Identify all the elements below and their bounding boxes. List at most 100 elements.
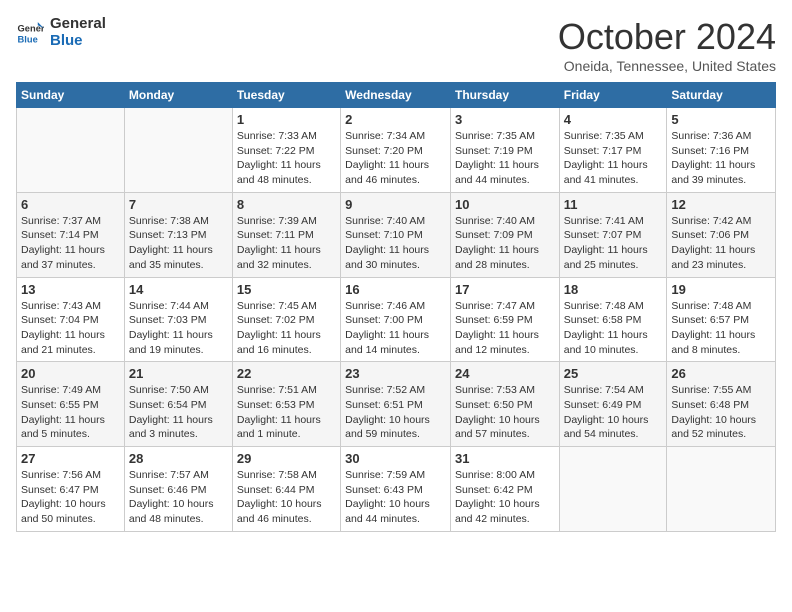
- day-detail: Sunrise: 7:47 AM Sunset: 6:59 PM Dayligh…: [455, 299, 555, 358]
- day-detail: Sunrise: 7:53 AM Sunset: 6:50 PM Dayligh…: [455, 383, 555, 442]
- column-header-saturday: Saturday: [667, 83, 776, 108]
- day-detail: Sunrise: 7:49 AM Sunset: 6:55 PM Dayligh…: [21, 383, 120, 442]
- calendar-cell: 13 Sunrise: 7:43 AM Sunset: 7:04 PM Dayli…: [17, 277, 125, 362]
- calendar-cell: 3 Sunrise: 7:35 AM Sunset: 7:19 PM Daylig…: [450, 108, 559, 193]
- day-number: 28: [129, 451, 228, 466]
- column-header-wednesday: Wednesday: [341, 83, 451, 108]
- day-number: 18: [564, 282, 663, 297]
- day-detail: Sunrise: 7:36 AM Sunset: 7:16 PM Dayligh…: [671, 129, 771, 188]
- day-detail: Sunrise: 7:43 AM Sunset: 7:04 PM Dayligh…: [21, 299, 120, 358]
- day-detail: Sunrise: 7:57 AM Sunset: 6:46 PM Dayligh…: [129, 468, 228, 527]
- day-detail: Sunrise: 7:56 AM Sunset: 6:47 PM Dayligh…: [21, 468, 120, 527]
- calendar-cell: [17, 108, 125, 193]
- column-header-thursday: Thursday: [450, 83, 559, 108]
- day-detail: Sunrise: 7:52 AM Sunset: 6:51 PM Dayligh…: [345, 383, 446, 442]
- day-number: 21: [129, 366, 228, 381]
- day-number: 2: [345, 112, 446, 127]
- calendar-cell: 30 Sunrise: 7:59 AM Sunset: 6:43 PM Dayli…: [341, 447, 451, 532]
- day-number: 16: [345, 282, 446, 297]
- week-row-1: 1Sunrise: 7:33 AM Sunset: 7:22 PM Daylig…: [17, 108, 776, 193]
- calendar-cell: 17 Sunrise: 7:47 AM Sunset: 6:59 PM Dayli…: [450, 277, 559, 362]
- day-number: 9: [345, 197, 446, 212]
- day-number: 4: [564, 112, 663, 127]
- day-number: 27: [21, 451, 120, 466]
- day-number: 14: [129, 282, 228, 297]
- location: Oneida, Tennessee, United States: [558, 58, 776, 74]
- day-number: 24: [455, 366, 555, 381]
- day-detail: Sunrise: 7:37 AM Sunset: 7:14 PM Dayligh…: [21, 214, 120, 273]
- day-detail: Sunrise: 7:35 AM Sunset: 7:17 PM Dayligh…: [564, 129, 663, 188]
- day-number: 19: [671, 282, 771, 297]
- day-number: 10: [455, 197, 555, 212]
- calendar-cell: [667, 447, 776, 532]
- week-row-4: 20Sunrise: 7:49 AM Sunset: 6:55 PM Dayli…: [17, 362, 776, 447]
- calendar-cell: 8 Sunrise: 7:39 AM Sunset: 7:11 PM Daylig…: [232, 192, 340, 277]
- day-number: 29: [237, 451, 336, 466]
- day-detail: Sunrise: 7:59 AM Sunset: 6:43 PM Dayligh…: [345, 468, 446, 527]
- calendar-cell: 20Sunrise: 7:49 AM Sunset: 6:55 PM Dayli…: [17, 362, 125, 447]
- day-number: 1: [237, 112, 336, 127]
- week-row-3: 13 Sunrise: 7:43 AM Sunset: 7:04 PM Dayli…: [17, 277, 776, 362]
- calendar-cell: 7 Sunrise: 7:38 AM Sunset: 7:13 PM Daylig…: [124, 192, 232, 277]
- logo-text-general: General: [50, 16, 106, 33]
- day-detail: Sunrise: 7:50 AM Sunset: 6:54 PM Dayligh…: [129, 383, 228, 442]
- calendar-cell: 23Sunrise: 7:52 AM Sunset: 6:51 PM Dayli…: [341, 362, 451, 447]
- day-detail: Sunrise: 7:58 AM Sunset: 6:44 PM Dayligh…: [237, 468, 336, 527]
- day-detail: Sunrise: 8:00 AM Sunset: 6:42 PM Dayligh…: [455, 468, 555, 527]
- day-detail: Sunrise: 7:46 AM Sunset: 7:00 PM Dayligh…: [345, 299, 446, 358]
- column-header-monday: Monday: [124, 83, 232, 108]
- day-detail: Sunrise: 7:40 AM Sunset: 7:09 PM Dayligh…: [455, 214, 555, 273]
- day-number: 3: [455, 112, 555, 127]
- day-detail: Sunrise: 7:38 AM Sunset: 7:13 PM Dayligh…: [129, 214, 228, 273]
- day-detail: Sunrise: 7:39 AM Sunset: 7:11 PM Dayligh…: [237, 214, 336, 273]
- calendar-cell: 14 Sunrise: 7:44 AM Sunset: 7:03 PM Dayli…: [124, 277, 232, 362]
- day-number: 30: [345, 451, 446, 466]
- calendar-cell: 2Sunrise: 7:34 AM Sunset: 7:20 PM Daylig…: [341, 108, 451, 193]
- day-number: 17: [455, 282, 555, 297]
- calendar-cell: 9 Sunrise: 7:40 AM Sunset: 7:10 PM Daylig…: [341, 192, 451, 277]
- day-detail: Sunrise: 7:35 AM Sunset: 7:19 PM Dayligh…: [455, 129, 555, 188]
- day-detail: Sunrise: 7:40 AM Sunset: 7:10 PM Dayligh…: [345, 214, 446, 273]
- calendar-cell: 21 Sunrise: 7:50 AM Sunset: 6:54 PM Dayli…: [124, 362, 232, 447]
- calendar-cell: 25Sunrise: 7:54 AM Sunset: 6:49 PM Dayli…: [559, 362, 667, 447]
- calendar-cell: 26 Sunrise: 7:55 AM Sunset: 6:48 PM Dayli…: [667, 362, 776, 447]
- calendar-cell: 31 Sunrise: 8:00 AM Sunset: 6:42 PM Dayli…: [450, 447, 559, 532]
- calendar-cell: 22Sunrise: 7:51 AM Sunset: 6:53 PM Dayli…: [232, 362, 340, 447]
- calendar-cell: 16 Sunrise: 7:46 AM Sunset: 7:00 PM Dayli…: [341, 277, 451, 362]
- calendar-cell: [124, 108, 232, 193]
- calendar-cell: 29 Sunrise: 7:58 AM Sunset: 6:44 PM Dayli…: [232, 447, 340, 532]
- day-detail: Sunrise: 7:44 AM Sunset: 7:03 PM Dayligh…: [129, 299, 228, 358]
- calendar-cell: 5 Sunrise: 7:36 AM Sunset: 7:16 PM Daylig…: [667, 108, 776, 193]
- calendar-cell: 6Sunrise: 7:37 AM Sunset: 7:14 PM Daylig…: [17, 192, 125, 277]
- day-number: 11: [564, 197, 663, 212]
- day-number: 25: [564, 366, 663, 381]
- calendar-cell: 15Sunrise: 7:45 AM Sunset: 7:02 PM Dayli…: [232, 277, 340, 362]
- day-number: 8: [237, 197, 336, 212]
- day-number: 5: [671, 112, 771, 127]
- day-detail: Sunrise: 7:51 AM Sunset: 6:53 PM Dayligh…: [237, 383, 336, 442]
- column-header-sunday: Sunday: [17, 83, 125, 108]
- day-number: 12: [671, 197, 771, 212]
- day-detail: Sunrise: 7:42 AM Sunset: 7:06 PM Dayligh…: [671, 214, 771, 273]
- day-number: 31: [455, 451, 555, 466]
- day-detail: Sunrise: 7:41 AM Sunset: 7:07 PM Dayligh…: [564, 214, 663, 273]
- calendar-table: SundayMondayTuesdayWednesdayThursdayFrid…: [16, 82, 776, 532]
- calendar-cell: 18 Sunrise: 7:48 AM Sunset: 6:58 PM Dayli…: [559, 277, 667, 362]
- calendar-cell: 19 Sunrise: 7:48 AM Sunset: 6:57 PM Dayli…: [667, 277, 776, 362]
- day-number: 13: [21, 282, 120, 297]
- page-header: General Blue General Blue October 2024 O…: [16, 16, 776, 74]
- title-block: October 2024 Oneida, Tennessee, United S…: [558, 16, 776, 74]
- day-number: 7: [129, 197, 228, 212]
- month-title: October 2024: [558, 16, 776, 58]
- day-detail: Sunrise: 7:48 AM Sunset: 6:58 PM Dayligh…: [564, 299, 663, 358]
- day-detail: Sunrise: 7:55 AM Sunset: 6:48 PM Dayligh…: [671, 383, 771, 442]
- calendar-cell: 11 Sunrise: 7:41 AM Sunset: 7:07 PM Dayli…: [559, 192, 667, 277]
- calendar-cell: 1Sunrise: 7:33 AM Sunset: 7:22 PM Daylig…: [232, 108, 340, 193]
- logo-text-blue: Blue: [50, 33, 106, 50]
- column-header-friday: Friday: [559, 83, 667, 108]
- header-row: SundayMondayTuesdayWednesdayThursdayFrid…: [17, 83, 776, 108]
- calendar-cell: 27 Sunrise: 7:56 AM Sunset: 6:47 PM Dayli…: [17, 447, 125, 532]
- day-number: 15: [237, 282, 336, 297]
- day-detail: Sunrise: 7:48 AM Sunset: 6:57 PM Dayligh…: [671, 299, 771, 358]
- day-number: 26: [671, 366, 771, 381]
